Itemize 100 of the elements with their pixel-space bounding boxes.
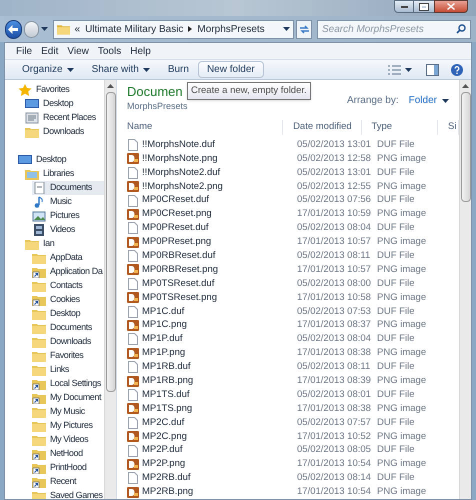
menu-item[interactable]: File — [16, 44, 32, 58]
menu-item[interactable]: Help — [130, 44, 151, 58]
folder-shortcut-icon — [32, 266, 46, 278]
file-list-scrollbar[interactable] — [459, 80, 471, 499]
file-row[interactable]: MP1TS.duf 05/02/2013 08:01 DUF File — [117, 388, 459, 402]
image-file-icon — [127, 376, 139, 387]
column-header[interactable]: Date modified — [283, 120, 362, 135]
file-row[interactable]: MP1RB.png 17/01/2013 08:39 PNG image — [117, 374, 459, 388]
command-button[interactable]: Burn — [158, 61, 198, 78]
file-row[interactable]: MP0RBReset.duf 05/02/2013 08:11 DUF File — [117, 249, 459, 264]
column-header[interactable]: Type — [362, 120, 438, 135]
nav-item[interactable]: Documents — [32, 321, 96, 335]
command-button[interactable]: Share with — [82, 61, 159, 78]
nav-item[interactable]: Libraries — [25, 167, 78, 181]
nav-item[interactable]: Local Settings — [32, 377, 104, 391]
breadcrumb[interactable]: MorphsPresets — [197, 22, 265, 36]
nav-item[interactable]: Documents — [32, 181, 104, 195]
file-row[interactable]: MP0TSReset.png 17/01/2013 10:58 PNG image — [117, 290, 459, 305]
nav-item[interactable]: Downloads — [32, 335, 95, 349]
preview-pane-icon[interactable] — [426, 64, 439, 76]
left-arrow-icon — [8, 24, 18, 34]
menu-item[interactable]: View — [67, 44, 89, 58]
address-bar[interactable]: « Ultimate Military Basic MorphsPresets — [52, 20, 294, 38]
nav-item[interactable]: Desktop — [32, 307, 84, 321]
search-field[interactable]: Search MorphsPresets — [317, 20, 471, 38]
nav-item[interactable]: PrintHood — [32, 461, 90, 475]
file-row[interactable]: MP0RBReset.png 17/01/2013 10:57 PNG image — [117, 263, 459, 277]
arrange-dropdown[interactable]: Folder — [408, 93, 449, 108]
file-row[interactable]: MP1C.duf 05/02/2013 07:53 DUF File — [117, 304, 459, 319]
file-row[interactable]: MP2RB.duf 05/02/2013 08:14 DUF File — [117, 471, 459, 486]
image-file-icon — [127, 431, 139, 442]
nav-item[interactable]: AppData — [32, 251, 86, 265]
file-row[interactable]: MP0CReset.duf 05/02/2013 07:56 DUF File — [117, 194, 459, 208]
file-name: !!MorphsNote2.duf — [142, 166, 220, 180]
command-button[interactable]: New folder — [198, 61, 264, 78]
nav-item[interactable]: My Document — [32, 391, 104, 405]
nav-scrollbar[interactable] — [104, 80, 116, 499]
nav-item[interactable]: Recent Places — [25, 111, 100, 125]
file-row[interactable]: !!MorphsNote2.duf 05/02/2013 13:01 DUF File — [117, 166, 459, 180]
history-caret-icon — [40, 27, 48, 31]
nav-item[interactable]: Favorites — [18, 83, 74, 97]
nav-item[interactable]: Contacts — [32, 279, 86, 293]
help-icon[interactable] — [451, 64, 463, 76]
caret-icon — [405, 68, 412, 72]
close-button[interactable] — [434, 0, 468, 13]
file-row[interactable]: MP2P.png 17/01/2013 10:54 PNG image — [117, 457, 459, 472]
back-button[interactable] — [5, 20, 22, 38]
file-row[interactable]: !!MorphsNote.png 05/02/2013 12:58 PNG image — [117, 152, 459, 166]
scrollbar-thumb[interactable] — [460, 92, 470, 202]
file-row[interactable]: MP1P.png 17/01/2013 08:38 PNG image — [117, 346, 459, 360]
command-button[interactable]: Organize — [13, 61, 83, 78]
nav-item[interactable]: Links — [32, 363, 74, 377]
file-name: MP2C.duf — [142, 416, 184, 430]
view-list-icon[interactable] — [388, 64, 401, 74]
blank-file-icon — [128, 306, 138, 318]
nav-item[interactable]: Downloads — [25, 125, 88, 139]
image-file-icon — [127, 208, 139, 220]
file-row[interactable]: MP0TSReset.duf 05/02/2013 08:00 DUF File — [117, 276, 459, 291]
image-file-icon — [127, 292, 139, 304]
nav-item[interactable]: Pictures — [32, 209, 84, 223]
file-row[interactable]: MP0CReset.png 17/01/2013 10:59 PNG image — [117, 207, 459, 222]
nav-item[interactable]: Application Da — [32, 265, 104, 279]
nav-item[interactable]: My Pictures — [32, 419, 97, 433]
folder-shortcut-icon — [32, 448, 46, 460]
nav-item[interactable]: Saved Games — [32, 489, 104, 499]
nav-item[interactable]: My Videos — [32, 433, 92, 447]
file-row[interactable]: MP2P.duf 05/02/2013 08:05 DUF File — [117, 444, 459, 458]
minimize-button[interactable] — [394, 0, 414, 13]
file-row[interactable]: MP0PReset.png 17/01/2013 10:57 PNG image — [117, 235, 459, 250]
folder-shortcut-icon — [32, 462, 46, 474]
nav-item[interactable]: NetHood — [32, 447, 87, 461]
breadcrumb-overflow[interactable]: « — [74, 22, 80, 36]
nav-item[interactable]: Videos — [32, 223, 79, 237]
scrollbar-thumb[interactable] — [106, 92, 116, 392]
nav-item[interactable]: Music — [32, 195, 76, 209]
file-row[interactable]: MP2RB.png 17/01/2013 10:54 PNG image — [117, 485, 459, 499]
file-row[interactable]: MP1RB.duf 05/02/2013 08:11 DUF File — [117, 360, 459, 374]
file-row[interactable]: MP0PReset.duf 05/02/2013 08:04 DUF File — [117, 221, 459, 236]
nav-item[interactable]: Recent — [32, 475, 80, 489]
file-row[interactable]: MP1C.png 17/01/2013 08:37 PNG image — [117, 318, 459, 332]
file-row[interactable]: !!MorphsNote.duf 05/02/2013 13:01 DUF File — [117, 138, 459, 152]
nav-item[interactable]: Ian — [25, 237, 58, 251]
menu-item[interactable]: Edit — [41, 44, 58, 58]
menu-item[interactable]: Tools — [98, 44, 122, 58]
nav-item[interactable]: My Music — [32, 405, 89, 419]
file-row[interactable]: MP1TS.png 17/01/2013 08:38 PNG image — [117, 402, 459, 416]
nav-item[interactable]: Desktop — [25, 97, 78, 111]
file-row[interactable]: !!MorphsNote2.png 05/02/2013 12:55 PNG image — [117, 180, 459, 194]
nav-item[interactable]: Favorites — [32, 349, 88, 363]
file-name: MP1TS.duf — [142, 388, 190, 402]
nav-item[interactable]: Cookies — [32, 293, 84, 307]
column-header[interactable]: Name — [117, 120, 284, 135]
refresh-button[interactable] — [296, 20, 312, 38]
file-row[interactable]: MP2C.duf 05/02/2013 07:57 DUF File — [117, 416, 459, 430]
file-row[interactable]: MP1P.duf 05/02/2013 08:04 DUF File — [117, 332, 459, 346]
file-name: MP1RB.png — [142, 374, 194, 388]
nav-item[interactable]: Desktop — [18, 153, 70, 167]
maximize-button[interactable] — [414, 0, 434, 13]
breadcrumb[interactable]: Ultimate Military Basic — [85, 22, 184, 36]
file-row[interactable]: MP2C.png 17/01/2013 10:52 PNG image — [117, 430, 459, 444]
